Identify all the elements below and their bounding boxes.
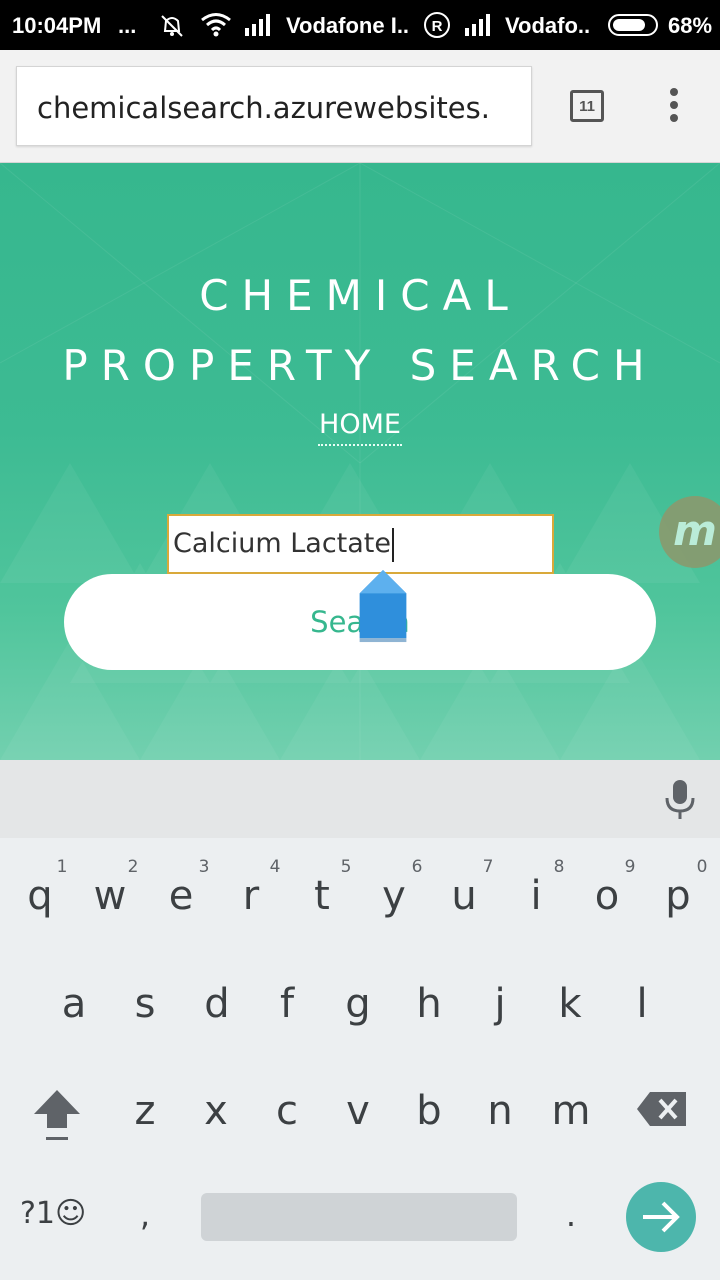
key-r[interactable]: r [221,873,281,919]
tab-switcher-button[interactable]: 11 [570,90,604,122]
key-u[interactable]: u [434,873,494,919]
signal-icon-2 [465,14,490,36]
key-m[interactable]: m [541,1088,601,1134]
carrier-1: Vodafone I.. [286,13,410,38]
key-i[interactable]: i [506,873,566,919]
key-f[interactable]: f [257,981,317,1027]
key-l[interactable]: l [612,981,672,1027]
enter-button[interactable] [626,1182,696,1252]
key-hint-3: 3 [198,857,210,877]
signal-icon [245,14,270,36]
key-w[interactable]: w [80,873,140,919]
key-y[interactable]: y [364,873,424,919]
carrier-2: Vodafo.. [505,13,591,38]
status-bar: 10:04PM ... Vodafone I.. R Vodafo.. 68% [0,0,720,50]
key-hint-8: 8 [553,857,565,877]
key-v[interactable]: v [328,1088,388,1134]
key-t[interactable]: t [292,873,352,919]
key-h[interactable]: h [399,981,459,1027]
keyboard-suggestion-bar [0,760,720,838]
notification-dots: ... [118,13,137,38]
search-input-value: Calcium Lactate [173,528,392,559]
bubble-letter: m [673,506,717,555]
shift-icon[interactable] [32,1088,82,1144]
backspace-icon[interactable] [636,1090,688,1128]
background-pattern [0,163,720,760]
battery-icon [608,14,658,36]
battery-percent: 68% [668,13,713,38]
key-o[interactable]: o [577,873,637,919]
key-hint-7: 7 [482,857,494,877]
key-hint-5: 5 [340,857,352,877]
home-link[interactable]: HOME [318,409,402,446]
key-z[interactable]: z [115,1088,175,1134]
key-n[interactable]: n [470,1088,530,1134]
roaming-badge: R [424,12,450,38]
page-title-line1: CHEMICAL [199,271,521,320]
overflow-menu-icon[interactable] [666,88,682,128]
key-k[interactable]: k [540,981,600,1027]
key-b[interactable]: b [399,1088,459,1134]
key-hint-4: 4 [269,857,281,877]
hero-section: CHEMICAL PROPERTY SEARCH HOME Search Cal… [0,163,720,760]
key-g[interactable]: g [328,981,388,1027]
key-hint-2: 2 [127,857,139,877]
key-s[interactable]: s [115,981,175,1027]
search-input[interactable]: Calcium Lactate [167,514,554,574]
browser-toolbar: chemicalsearch.azurewebsites. 11 [0,50,720,163]
text-caret [392,527,395,562]
key-hint-0: 0 [696,857,708,877]
page-title-line2: PROPERTY SEARCH [62,341,658,390]
key-c[interactable]: c [257,1088,317,1134]
key-p[interactable]: p [648,873,708,919]
symbols-key[interactable]: ?1☺ [20,1196,86,1231]
key-comma[interactable]: , [115,1196,175,1234]
key-hint-1: 1 [56,857,68,877]
vibrate-off-icon [161,15,183,37]
key-x[interactable]: x [186,1088,246,1134]
key-hint-9: 9 [624,857,636,877]
key-d[interactable]: d [187,981,247,1027]
microphone-icon[interactable] [664,780,696,820]
key-a[interactable]: a [44,981,104,1027]
floating-bubble[interactable]: m [659,496,720,568]
key-j[interactable]: j [470,981,530,1027]
key-period[interactable]: . [541,1196,601,1234]
url-text[interactable]: chemicalsearch.azurewebsites. [37,67,490,145]
text-selection-handle[interactable] [357,568,409,644]
spacebar[interactable] [201,1193,517,1241]
key-e[interactable]: e [151,873,211,919]
wifi-icon [201,13,231,37]
address-bar[interactable]: chemicalsearch.azurewebsites. [16,66,532,146]
status-time: 10:04PM [12,13,102,38]
arrow-right-icon [643,1201,680,1233]
key-hint-6: 6 [411,857,423,877]
key-q[interactable]: q [10,873,70,919]
